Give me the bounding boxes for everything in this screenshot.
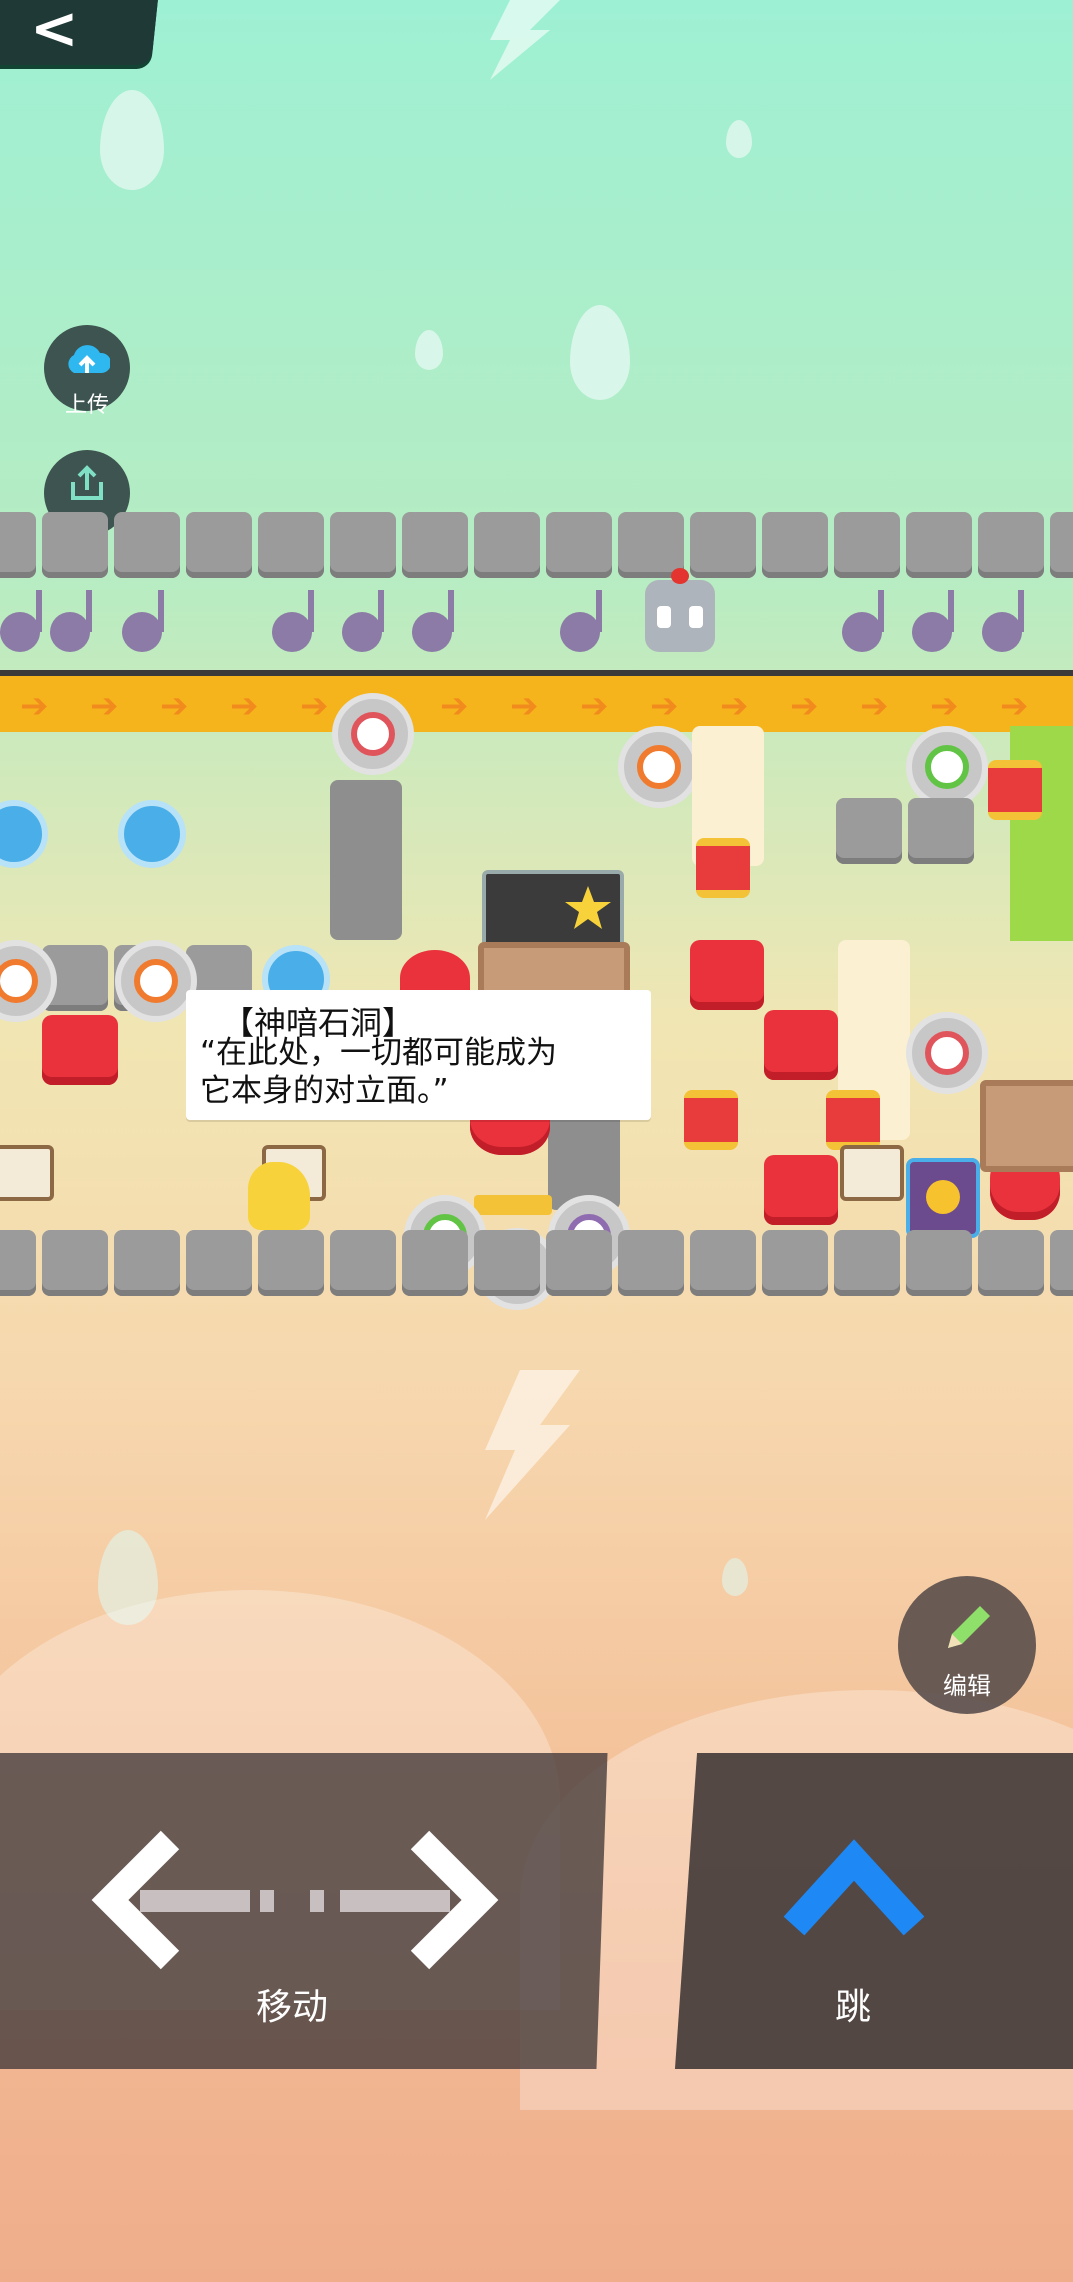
raindrop-decoration (722, 1558, 748, 1596)
music-note-block (842, 590, 884, 652)
tnt-barrel (684, 1090, 738, 1150)
robot-character (645, 568, 715, 652)
spring-pad (474, 1195, 552, 1215)
red-block (764, 1010, 838, 1080)
pencil-icon (948, 1606, 990, 1648)
gear-red-play (332, 693, 414, 775)
stone-floor (0, 1230, 1073, 1296)
star-switch-panel (482, 870, 624, 950)
raindrop-decoration (415, 330, 443, 370)
slime-wall (1010, 726, 1073, 941)
lightning-decoration (485, 1370, 580, 1520)
stone-ceiling (0, 512, 1073, 578)
raindrop-decoration (100, 90, 164, 190)
stone-ledge (836, 798, 980, 864)
move-label: 移动 (256, 1987, 329, 2028)
music-note-block (272, 590, 314, 652)
music-note-block (122, 590, 164, 652)
tnt-barrel (988, 760, 1042, 820)
red-block (764, 1155, 838, 1225)
music-note-block (50, 590, 92, 652)
blue-ring-launcher (118, 800, 186, 868)
conveyor-belt: ➔➔➔➔➔➔➔➔➔➔➔➔➔➔➔ (0, 670, 1073, 732)
red-block (690, 940, 764, 1010)
chevron-up-icon (783, 1839, 925, 1936)
music-note-block (342, 590, 384, 652)
wooden-crate (980, 1080, 1073, 1172)
music-note-block (560, 590, 602, 652)
gear-orange (618, 726, 700, 808)
raindrop-decoration (726, 120, 752, 158)
music-note-block (982, 590, 1024, 652)
locked-door (906, 1158, 980, 1238)
dialog-box: 【神喑石洞】 “在此处，一切都可能成为 它本身的对立面。” (186, 990, 651, 1120)
music-note-block (0, 590, 42, 652)
upload-label: 上传 (64, 393, 109, 418)
share-icon (71, 465, 103, 500)
stone-totem (330, 780, 402, 940)
cloud-upload-icon (68, 345, 110, 373)
raindrop-decoration (570, 305, 630, 400)
back-button[interactable]: < (0, 0, 159, 65)
upload-button[interactable]: 上传 (44, 325, 130, 418)
signpost (840, 1145, 904, 1201)
dino-player (248, 1162, 310, 1230)
red-block (42, 1015, 118, 1085)
star-icon (565, 886, 611, 929)
game-scene: < 上传 分享 ➔➔➔➔➔➔➔➔➔➔➔➔➔➔➔ (0, 0, 1073, 2282)
jump-label: 跳 (835, 1987, 872, 2028)
gear-red-play (906, 1012, 988, 1094)
edit-button[interactable]: 编辑 (898, 1576, 1036, 1714)
blue-ring-launcher (0, 800, 48, 868)
move-arrows-icon (91, 1830, 499, 1970)
dialog-text: “在此处，一切都可能成为 它本身的对立面。” (200, 1035, 558, 1109)
chevron-left-icon: < (29, 0, 79, 62)
lightning-decoration (490, 0, 560, 80)
gear-orange (115, 940, 197, 1022)
signpost (0, 1145, 54, 1201)
music-note-block (412, 590, 454, 652)
edit-label: 编辑 (943, 1672, 991, 1700)
tnt-barrel (696, 838, 750, 898)
gear-green (906, 726, 988, 808)
music-note-block (912, 590, 954, 652)
tnt-barrel (826, 1090, 880, 1150)
